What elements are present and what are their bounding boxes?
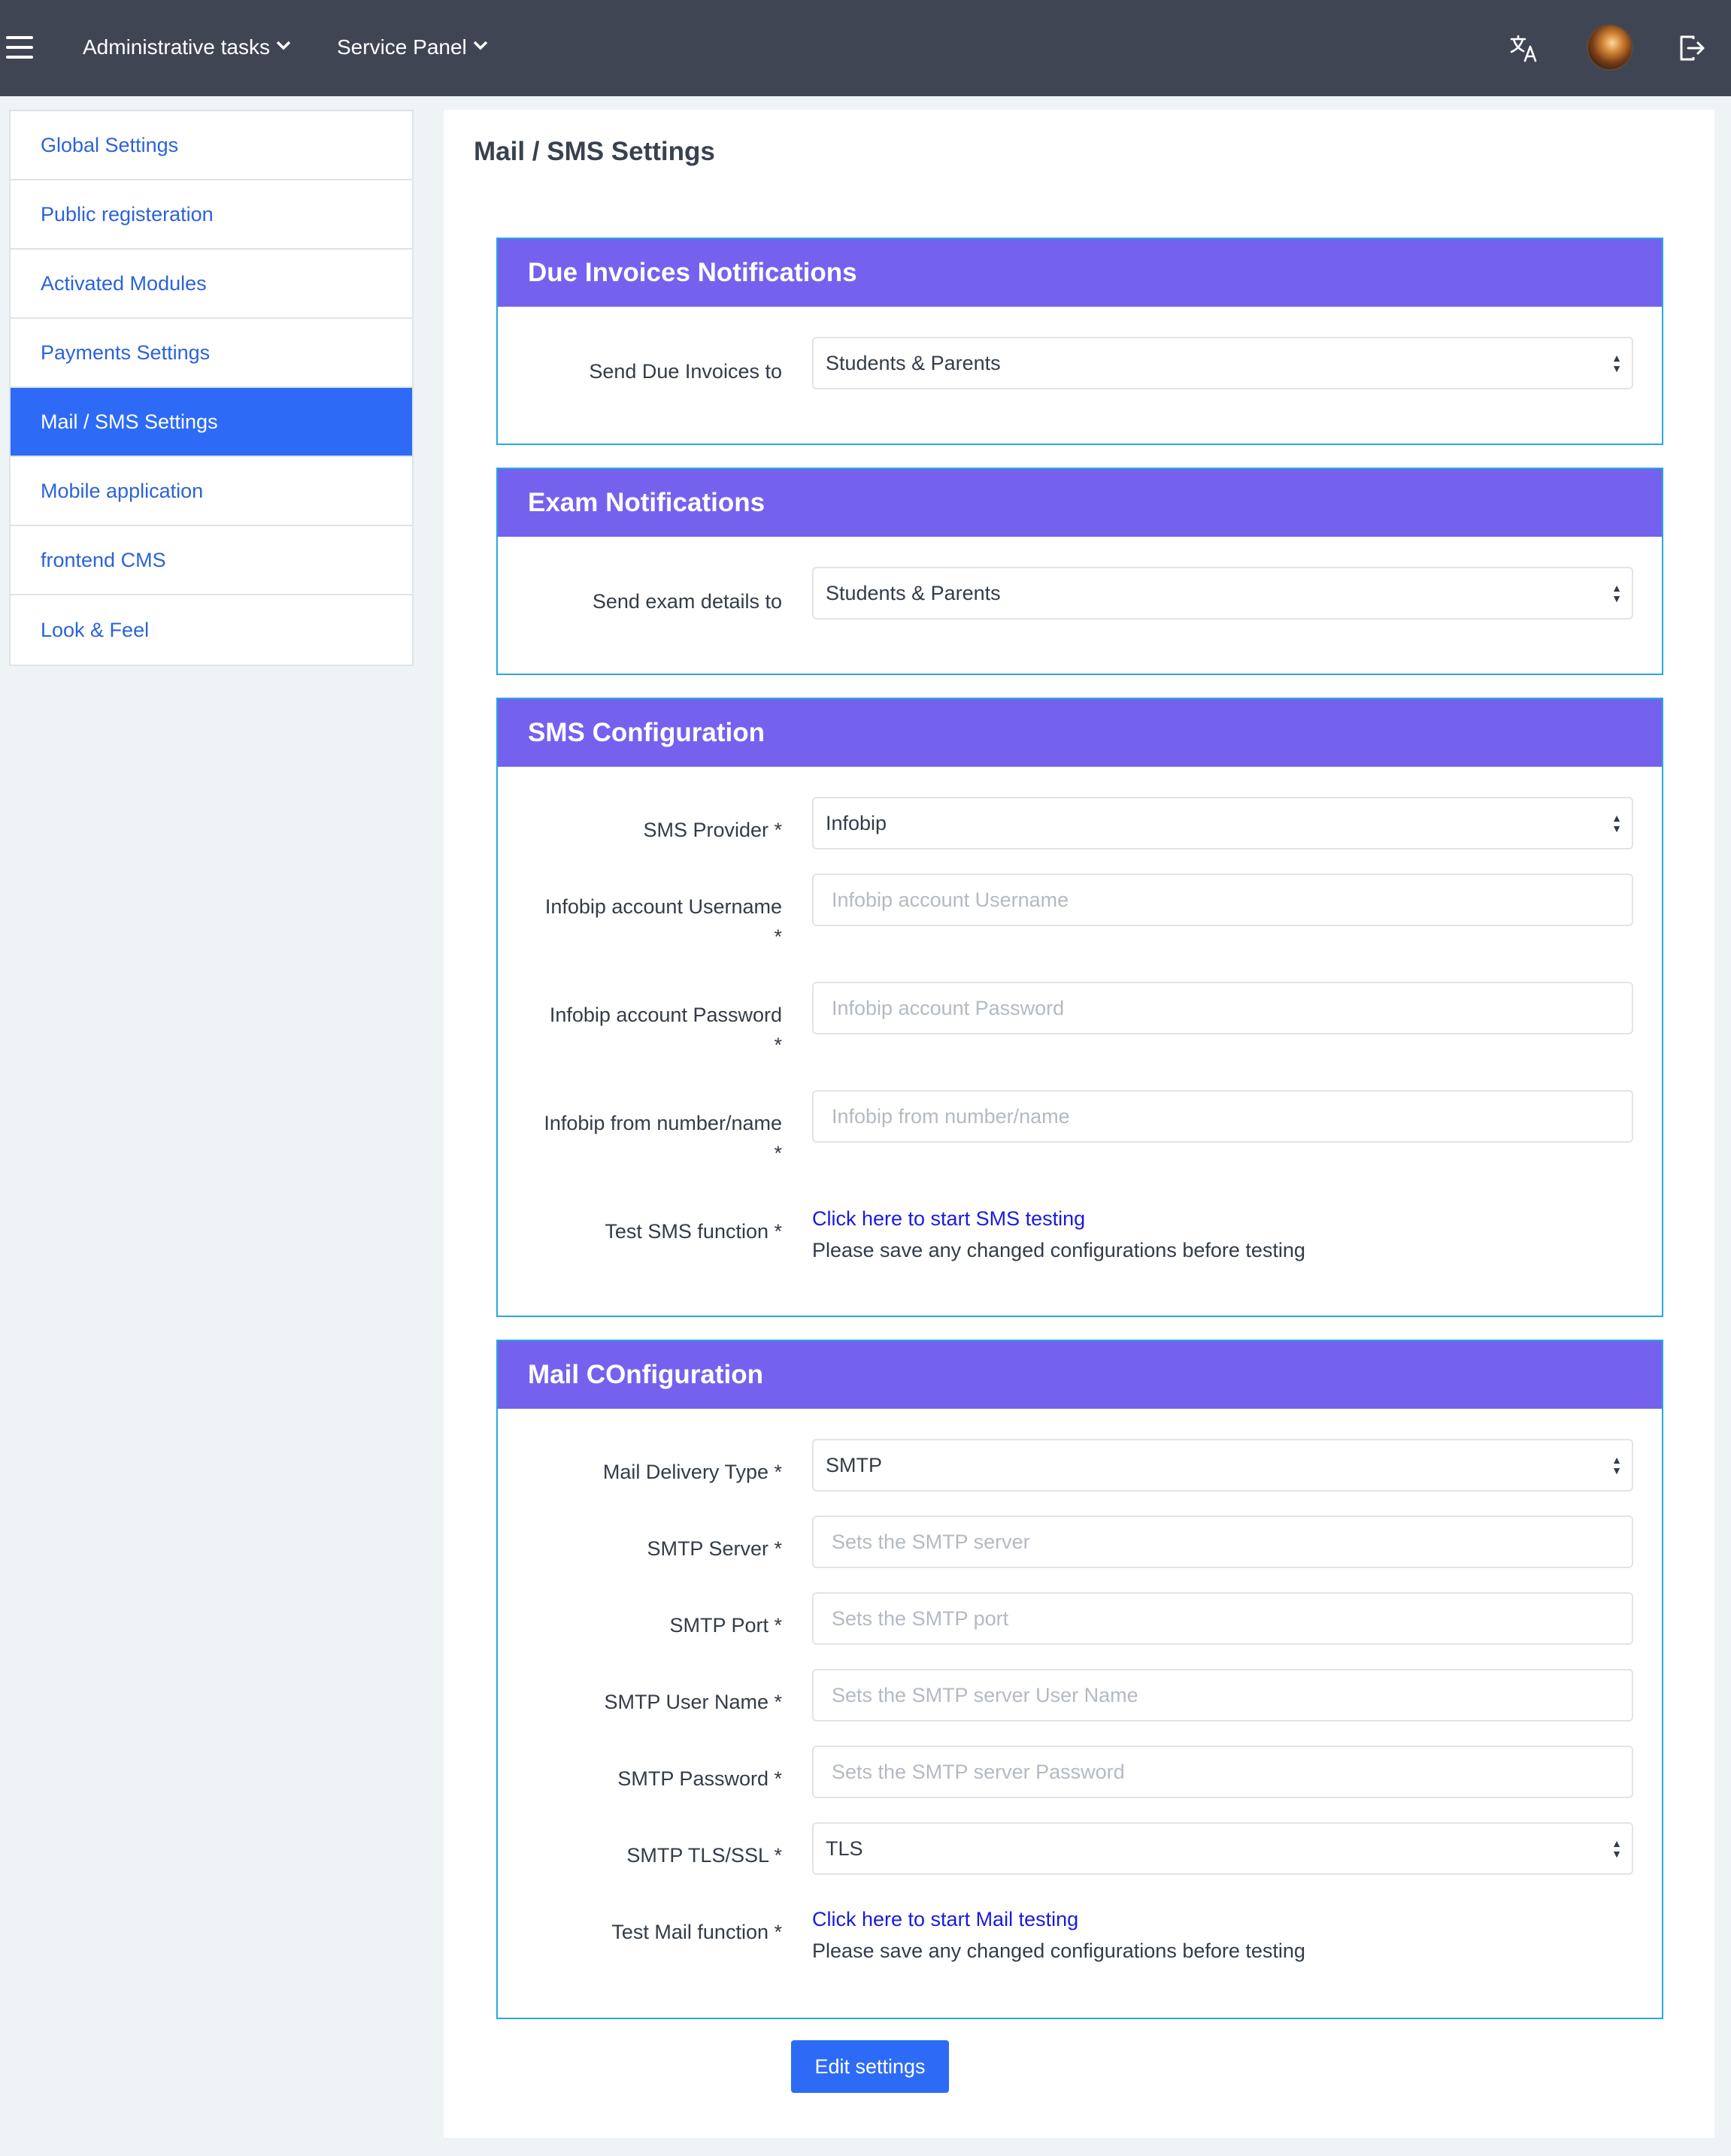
sms-provider-label: SMS Provider *: [643, 819, 782, 841]
smtp-port-label: SMTP Port *: [669, 1614, 782, 1637]
infobip-username-input[interactable]: [812, 874, 1633, 926]
send-due-invoices-value: Students & Parents: [826, 351, 1001, 374]
infobip-password-label-text: Infobip account Password: [549, 1004, 782, 1026]
send-due-invoices-select[interactable]: Students & Parents ▲ ▼: [812, 337, 1633, 389]
chevron-down-icon: [276, 38, 291, 55]
sidebar-item-label: Payments Settings: [41, 341, 211, 364]
sidebar-item-label: Activated Modules: [41, 271, 207, 295]
infobip-from-label-text: Infobip from number/name: [544, 1112, 782, 1134]
sms-provider-value: Infobip: [826, 811, 887, 834]
send-exam-details-select[interactable]: Students & Parents ▲ ▼: [812, 567, 1633, 619]
translate-icon[interactable]: [1502, 27, 1545, 69]
infobip-from-input[interactable]: [812, 1090, 1633, 1143]
infobip-password-input[interactable]: [812, 982, 1633, 1034]
smtp-password-label: SMTP Password *: [617, 1767, 782, 1790]
sidebar-item-global-settings[interactable]: Global Settings: [11, 111, 412, 180]
smtp-user-name-input[interactable]: [812, 1669, 1633, 1721]
select-arrows-icon: ▲ ▼: [1611, 582, 1622, 604]
smtp-server-input[interactable]: [812, 1516, 1633, 1568]
sidebar-item-label: Global Settings: [41, 133, 179, 156]
smtp-user-name-label: SMTP User Name *: [604, 1691, 782, 1713]
page-title: Mail / SMS Settings: [474, 137, 715, 166]
settings-sidebar: Global Settings Public registeration Act…: [9, 110, 414, 666]
sidebar-item-label: Mail / SMS Settings: [41, 410, 218, 433]
mail-delivery-type-value: SMTP: [826, 1453, 883, 1476]
due-invoices-header: Due Invoices Notifications: [498, 239, 1662, 307]
user-avatar[interactable]: [1587, 24, 1633, 71]
required-star: *: [774, 925, 782, 948]
sms-provider-select[interactable]: Infobip ▲ ▼: [812, 797, 1633, 849]
nav-administrative-tasks-label: Administrative tasks: [83, 35, 270, 59]
start-mail-testing-link[interactable]: Click here to start Mail testing: [812, 1908, 1078, 1931]
sidebar-item-payments-settings[interactable]: Payments Settings: [11, 319, 412, 388]
sidebar-item-look-and-feel[interactable]: Look & Feel: [11, 595, 412, 665]
mail-delivery-type-select[interactable]: SMTP ▲ ▼: [812, 1439, 1633, 1491]
test-mail-label: Test Mail function *: [611, 1921, 782, 1943]
due-invoices-card: Due Invoices Notifications Send Due Invo…: [496, 238, 1663, 445]
exam-notifications-card: Exam Notifications Send exam details to …: [496, 468, 1663, 675]
required-star: *: [774, 1142, 782, 1164]
start-sms-testing-link[interactable]: Click here to start SMS testing: [812, 1207, 1085, 1231]
send-exam-details-value: Students & Parents: [826, 581, 1001, 604]
logout-icon[interactable]: [1671, 27, 1713, 69]
sidebar-item-activated-modules[interactable]: Activated Modules: [11, 250, 412, 319]
mail-configuration-card: Mail COnfiguration Mail Delivery Type * …: [496, 1340, 1663, 2019]
smtp-tls-ssl-value: TLS: [826, 1837, 863, 1860]
select-arrows-icon: ▲ ▼: [1611, 1454, 1622, 1476]
infobip-from-label: Infobip from number/name *: [496, 1108, 782, 1168]
select-arrows-icon: ▲ ▼: [1611, 1837, 1622, 1860]
sidebar-item-label: Mobile application: [41, 479, 204, 502]
sidebar-item-frontend-cms[interactable]: frontend CMS: [11, 526, 412, 595]
select-arrows-icon: ▲ ▼: [1611, 812, 1622, 834]
smtp-password-input[interactable]: [812, 1746, 1633, 1798]
send-exam-details-label: Send exam details to: [592, 590, 782, 613]
sidebar-item-mail-sms-settings[interactable]: Mail / SMS Settings: [11, 388, 412, 457]
chevron-down-icon: [473, 38, 488, 55]
main-panel: Mail / SMS Settings Due Invoices Notific…: [444, 110, 1714, 2138]
sidebar-item-public-registeration[interactable]: Public registeration: [11, 180, 412, 250]
hamburger-menu-icon[interactable]: [6, 36, 33, 59]
nav-service-panel[interactable]: Service Panel: [337, 30, 488, 65]
mail-delivery-type-label: Mail Delivery Type *: [602, 1461, 782, 1483]
sidebar-item-label: frontend CMS: [41, 548, 166, 571]
mail-test-note: Please save any changed configurations b…: [812, 1939, 1305, 1962]
smtp-port-input[interactable]: [812, 1592, 1633, 1645]
nav-service-panel-label: Service Panel: [337, 35, 467, 59]
sidebar-item-label: Public registeration: [41, 202, 214, 226]
sms-configuration-card: SMS Configuration SMS Provider * Infobip…: [496, 698, 1663, 1317]
select-arrows-icon: ▲ ▼: [1611, 352, 1622, 374]
mail-configuration-header: Mail COnfiguration: [498, 1341, 1662, 1409]
infobip-password-label: Infobip account Password *: [496, 1000, 782, 1060]
exam-notifications-header: Exam Notifications: [498, 469, 1662, 537]
top-navbar: Administrative tasks Service Panel: [0, 0, 1731, 96]
smtp-tls-ssl-label: SMTP TLS/SSL *: [626, 1844, 782, 1867]
infobip-username-label: Infobip account Username *: [496, 892, 782, 952]
sidebar-item-label: Look & Feel: [41, 618, 150, 641]
smtp-server-label: SMTP Server *: [647, 1537, 782, 1560]
sms-configuration-header: SMS Configuration: [498, 699, 1662, 767]
required-star: *: [774, 1034, 782, 1056]
infobip-username-label-text: Infobip account Username: [544, 895, 782, 918]
nav-administrative-tasks[interactable]: Administrative tasks: [83, 30, 291, 65]
send-due-invoices-label: Send Due Invoices to: [589, 360, 782, 383]
edit-settings-button[interactable]: Edit settings: [791, 2040, 949, 2093]
sms-test-note: Please save any changed configurations b…: [812, 1239, 1305, 1261]
sidebar-item-mobile-application[interactable]: Mobile application: [11, 457, 412, 526]
test-sms-label: Test SMS function *: [605, 1220, 782, 1243]
smtp-tls-ssl-select[interactable]: TLS ▲ ▼: [812, 1822, 1633, 1875]
